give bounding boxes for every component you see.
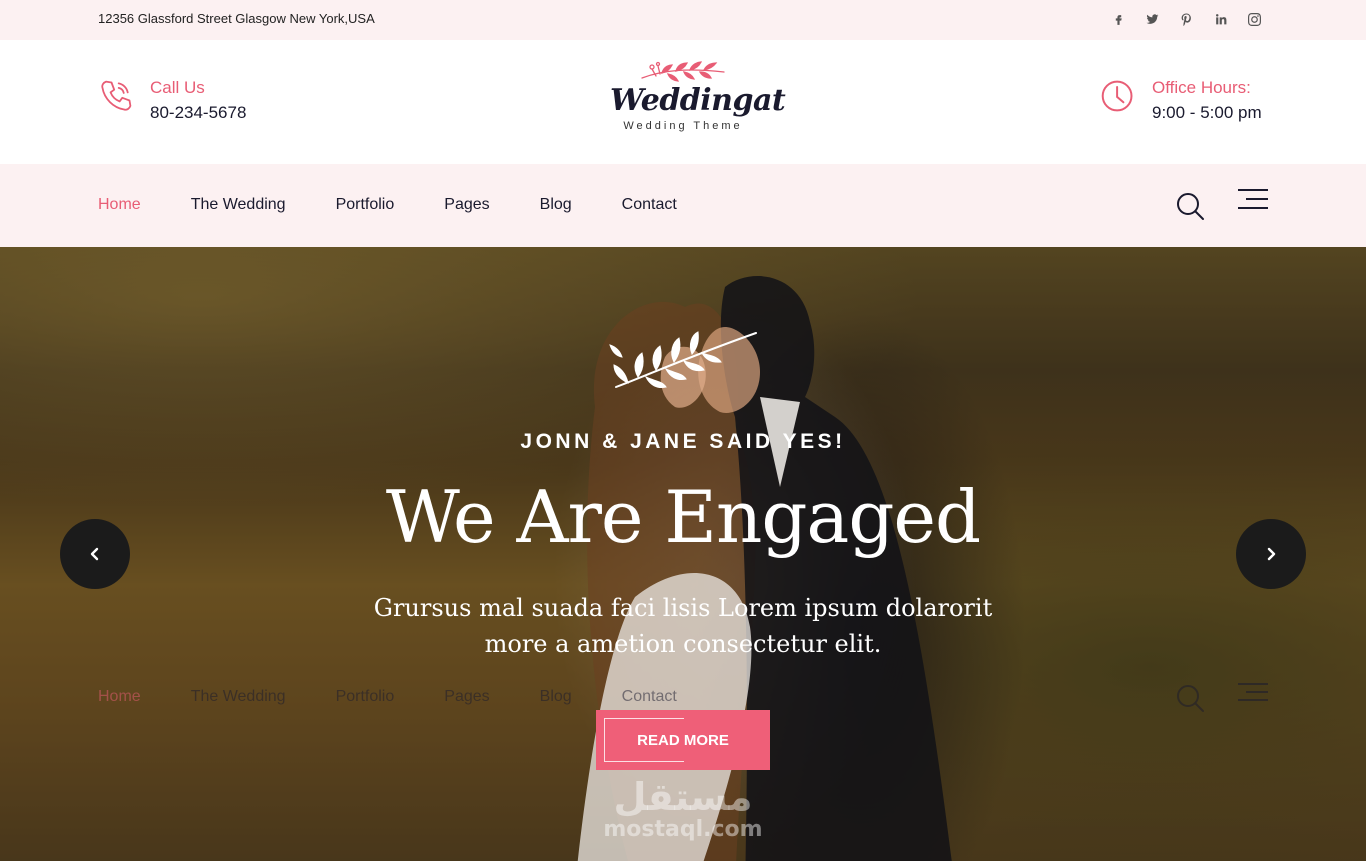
facebook-icon[interactable] <box>1111 10 1126 28</box>
hero-description-line-2: more a ametion consectetur elit. <box>484 630 882 658</box>
call-us-label: Call Us <box>150 78 205 97</box>
watermark-latin: mostaql.com <box>603 817 763 842</box>
hero-kicker: JONN & JANE SAID YES! <box>520 430 846 453</box>
nav-item-home[interactable]: Home <box>98 196 141 214</box>
hero-description: Grursus mal suada faci lisis Lorem ipsum… <box>0 590 1366 662</box>
pinterest-icon[interactable] <box>1179 10 1194 28</box>
chevron-right-icon <box>1267 547 1276 561</box>
phone-icon <box>98 78 134 119</box>
search-icon[interactable] <box>1175 191 1205 221</box>
office-hours-value: 9:00 - 5:00 pm <box>1152 103 1262 122</box>
chevron-left-icon <box>90 547 99 561</box>
next-slide-button[interactable] <box>1236 519 1306 589</box>
nav-item-portfolio[interactable]: Portfolio <box>336 196 395 214</box>
office-hours-block: Office Hours: 9:00 - 5:00 pm <box>1100 78 1262 125</box>
leaf-branch-icon <box>609 331 757 388</box>
social-links <box>1111 10 1262 28</box>
top-bar: 12356 Glassford Street Glasgow New York,… <box>0 0 1366 40</box>
twitter-icon[interactable] <box>1145 10 1160 28</box>
address-text: 12356 Glassford Street Glasgow New York,… <box>98 11 375 26</box>
ghost-nav-item-contact: Contact <box>621 688 677 705</box>
ghost-search-icon <box>1177 685 1204 712</box>
read-more-label: READ MORE <box>637 731 729 749</box>
ghost-nav-menu: Home The Wedding Portfolio Pages Blog Co… <box>98 688 727 706</box>
ghost-nav-item-blog: Blog <box>539 688 572 705</box>
call-us-block[interactable]: Call Us 80-234-5678 <box>98 78 246 125</box>
prev-slide-button[interactable] <box>60 519 130 589</box>
clock-icon <box>1100 78 1136 119</box>
ghost-nav-item-portfolio: Portfolio <box>335 688 395 705</box>
nav-item-contact[interactable]: Contact <box>622 196 677 214</box>
read-more-button[interactable]: READ MORE <box>596 710 770 770</box>
hero-title: We Are Engaged <box>385 475 981 559</box>
site-logo[interactable]: Weddingat Wedding Theme <box>610 58 786 132</box>
phone-number[interactable]: 80-234-5678 <box>150 101 246 125</box>
nav-item-pages[interactable]: Pages <box>444 196 489 214</box>
hero-description-line-1: Grursus mal suada faci lisis Lorem ipsum… <box>373 594 993 622</box>
menu-icon[interactable] <box>1238 189 1268 209</box>
nav-item-the-wedding[interactable]: The Wedding <box>191 196 286 214</box>
site-header: Call Us 80-234-5678 Weddingat Wedding Th… <box>0 40 1366 164</box>
watermark-arabic: مستقل <box>613 775 753 819</box>
ghost-menu-icon <box>1238 683 1268 703</box>
office-hours-label: Office Hours: <box>1152 78 1251 97</box>
instagram-icon[interactable] <box>1247 10 1262 28</box>
hero-slider: JONN & JANE SAID YES! We Are Engaged Gru… <box>0 247 1366 861</box>
ghost-nav-item-the-wedding: The Wedding <box>190 688 286 705</box>
ghost-nav-item-pages: Pages <box>444 688 490 705</box>
nav-menu: Home The Wedding Portfolio Pages Blog Co… <box>98 196 727 214</box>
watermark: مستقل mostaql.com <box>598 777 768 843</box>
hero-content: JONN & JANE SAID YES! We Are Engaged Gru… <box>0 247 1366 861</box>
main-nav: Home The Wedding Portfolio Pages Blog Co… <box>0 164 1366 247</box>
ghost-nav-item-home: Home <box>98 688 141 705</box>
logo-name: Weddingat <box>610 83 786 118</box>
linkedin-icon[interactable] <box>1213 10 1228 28</box>
logo-tagline: Wedding Theme <box>623 120 743 132</box>
nav-item-blog[interactable]: Blog <box>540 196 572 214</box>
